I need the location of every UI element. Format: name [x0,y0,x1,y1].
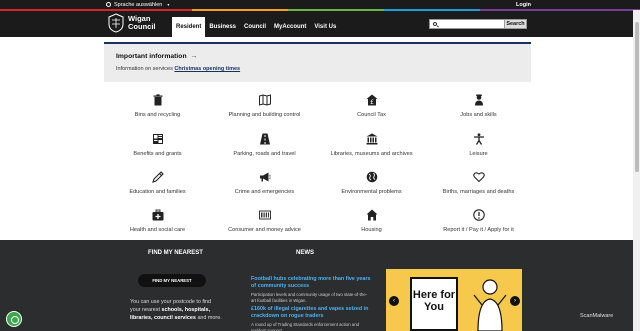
important-information-panel: Important information → Information on s… [104,42,531,82]
carousel-next-icon[interactable]: › [510,296,520,306]
news-item: Football hubs celebrating more than five… [251,276,371,303]
globe-icon [366,171,377,183]
svg-text:£: £ [370,99,374,106]
service-label: Jobs and skills [460,112,497,118]
christmas-opening-times-link[interactable]: Christmas opening times [174,66,240,72]
medical-bag-icon [152,209,163,221]
site-header: Wigan Council Resident Business Council … [0,10,640,37]
house-icon [366,209,377,221]
chevron-down-icon: ▾ [167,2,170,7]
service-report-pay-apply[interactable]: Report it / Pay it / Apply for it [425,209,532,233]
important-line: Information on services Christmas openin… [116,66,240,72]
nav-council[interactable]: Council [240,17,270,37]
carousel-prev-icon[interactable]: ‹ [389,296,399,306]
alert-icon [472,209,485,221]
fmn-text-suffix: and more. [197,315,222,321]
pencil-icon [151,171,164,183]
service-label: Environmental problems [341,189,402,195]
service-bins[interactable]: Bins and recycling [104,94,211,118]
crest-icon [108,12,124,33]
watermark: ScanMalware [580,313,614,319]
globe-icon [106,2,111,7]
person-active-icon [473,133,484,145]
service-label: Bins and recycling [134,112,181,118]
service-environment[interactable]: Environmental problems [318,171,425,195]
site-search: Search [429,18,527,29]
heart-icon [472,172,485,183]
scrollbar[interactable] [633,10,640,331]
arrow-right-icon: → [190,53,198,60]
language-selector[interactable]: Sprache auswählen ▾ [106,2,169,8]
news-summary: Participation levels and community usage… [251,292,368,303]
service-label: Crime and emergencies [234,189,295,195]
important-line-prefix: Information on services [116,66,173,72]
service-consumer[interactable]: Consumer and money advice [211,209,318,233]
megaphone-icon [259,172,271,182]
promo-line-1: Here for [412,289,456,301]
important-title[interactable]: Important information → [116,53,197,60]
service-housing[interactable]: Housing [318,209,425,233]
news-heading: NEWS [296,250,314,256]
road-icon [259,133,270,145]
service-parking[interactable]: Parking, roads and travel [211,133,318,157]
news-summary: A round up of Trading Standards enforcem… [251,322,359,331]
nav-visit-us[interactable]: Visit Us [310,17,340,37]
nav-myaccount[interactable]: MyAccount [270,17,310,37]
scrollbar-thumb[interactable] [634,22,639,172]
service-label: Council Tax [357,112,386,118]
service-label: Report it / Pay it / Apply for it [443,227,514,233]
service-label: Births, marriages and deaths [442,189,515,195]
service-council-tax[interactable]: £ Council Tax [318,94,425,118]
service-crime[interactable]: Crime and emergencies [211,171,318,195]
search-icon [432,21,437,26]
house-pound-icon: £ [366,94,377,106]
promo-line-2: You [424,301,444,313]
news-item: £160k of illegal cigarettes and vapes se… [251,306,371,331]
service-health[interactable]: Health and social care [104,209,211,233]
service-label: Leisure [469,151,488,157]
service-label: Housing [361,227,382,233]
nav-resident[interactable]: Resident [172,16,206,37]
search-button[interactable]: Search [505,18,527,29]
find-my-nearest-heading: FIND MY NEAREST [148,250,203,256]
service-label: Health and social care [129,227,186,233]
logo-line-2: Council [128,21,156,31]
service-planning[interactable]: Planning and building control [211,94,318,118]
service-label: Planning and building control [228,112,301,118]
service-label: Consumer and money advice [228,227,301,233]
service-births[interactable]: Births, marriages and deaths [425,171,532,195]
security-badge-icon [6,311,22,327]
find-my-nearest-button[interactable]: FIND MY NEAREST [138,274,206,287]
login-link[interactable]: Login [516,2,531,8]
service-leisure[interactable]: Leisure [425,133,532,157]
news-headline-link[interactable]: £160k of illegal cigarettes and vapes se… [251,306,371,319]
promo-carousel: Here for You ‹ › [386,269,522,331]
bin-icon [153,94,162,106]
find-my-nearest-text: You can use your postcode to find your n… [130,298,222,322]
language-label: Sprache auswählen [114,1,163,8]
museum-icon [366,133,377,145]
promo-illustration [473,279,507,331]
service-label: Benefits and grants [133,151,182,157]
service-label: Education and families [129,189,186,195]
service-jobs[interactable]: Jobs and skills [425,94,532,118]
news-headline-link[interactable]: Football hubs celebrating more than five… [251,276,371,289]
service-benefits[interactable]: Benefits and grants [104,133,211,157]
map-icon [258,94,271,106]
council-logo[interactable]: Wigan Council [107,12,156,33]
service-education[interactable]: Education and families [104,171,211,195]
search-input[interactable] [429,18,505,29]
worker-icon [474,94,483,106]
service-libraries[interactable]: Libraries, museums and archives [318,133,425,157]
service-label: Parking, roads and travel [233,151,296,157]
main-nav: Resident Business Council MyAccount Visi… [172,16,340,37]
nav-business[interactable]: Business [205,17,240,37]
important-title-text: Important information [116,53,187,60]
top-utility-bar: Sprache auswählen ▾ Login [0,0,640,9]
calculator-icon [152,134,163,144]
barcode-icon [258,210,271,220]
promo-card[interactable]: Here for You [410,277,458,331]
service-label: Libraries, museums and archives [330,151,413,157]
